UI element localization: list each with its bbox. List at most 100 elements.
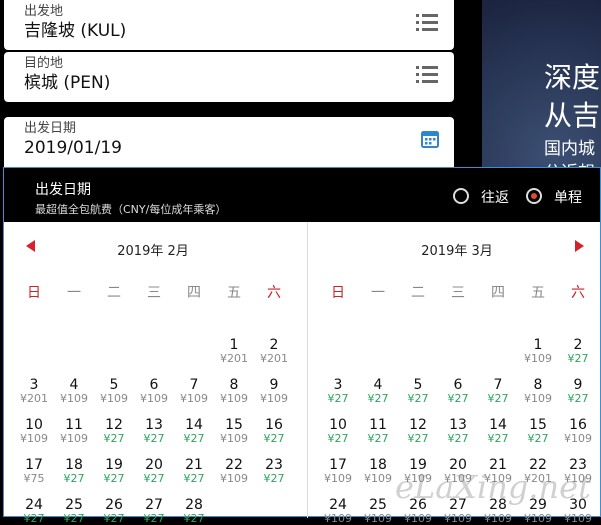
promo-line-1: 深度	[544, 61, 601, 94]
day-cell[interactable]: 12 ¥27	[94, 418, 134, 445]
day-cell[interactable]: 7 ¥27	[478, 378, 518, 405]
day-price: ¥109	[404, 512, 432, 525]
day-cell[interactable]: 8 ¥109	[518, 378, 558, 405]
day-cell[interactable]: 7 ¥109	[174, 378, 214, 405]
day-cell[interactable]: 18 ¥27	[54, 458, 94, 485]
day-number: 14	[185, 417, 203, 433]
day-cell[interactable]: 14 ¥27	[174, 418, 214, 445]
day-cell[interactable]: 18 ¥109	[358, 458, 398, 485]
list-icon[interactable]	[416, 14, 438, 32]
day-cell[interactable]: 11 ¥109	[54, 418, 94, 445]
day-cell[interactable]: 14 ¥27	[478, 418, 518, 445]
day-number: 9	[573, 377, 583, 393]
day-cell[interactable]: 5 ¥109	[94, 378, 134, 405]
departure-date-field[interactable]: 出发日期 2019/01/19	[4, 117, 454, 169]
day-cell[interactable]: 22 ¥109	[214, 458, 254, 485]
destination-value[interactable]: 槟城 (PEN)	[24, 72, 434, 94]
day-cell[interactable]: 26 ¥27	[94, 498, 134, 525]
day-cell[interactable]: 2 ¥201	[254, 338, 294, 365]
day-number: 24	[329, 497, 347, 513]
day-cell[interactable]: 3 ¥201	[14, 378, 54, 405]
day-number: 10	[329, 417, 347, 433]
day-cell[interactable]: 9 ¥27	[558, 378, 598, 405]
list-icon[interactable]	[416, 66, 438, 84]
origin-value[interactable]: 吉隆坡 (KUL)	[24, 20, 434, 42]
day-cell[interactable]: 23 ¥27	[254, 458, 294, 485]
oneway-radio[interactable]	[526, 188, 542, 204]
day-cell[interactable]: 1 ¥109	[518, 338, 558, 365]
day-cell[interactable]: 6 ¥27	[438, 378, 478, 405]
promo-line-2: 从吉	[544, 99, 601, 132]
day-cell[interactable]: 10 ¥109	[14, 418, 54, 445]
day-price: ¥109	[260, 392, 288, 405]
month-calendar-feb: 2019年 2月 日一二三四五六 1 ¥201 2 ¥201 3 ¥201 4 ¥109 5 ¥10…	[4, 222, 302, 525]
day-price: ¥27	[263, 472, 285, 485]
day-cell[interactable]: 3 ¥27	[318, 378, 358, 405]
weekday-header: 五	[227, 285, 241, 301]
day-cell[interactable]: 15 ¥27	[518, 418, 558, 445]
day-cell[interactable]: 24 ¥109	[318, 498, 358, 525]
roundtrip-label[interactable]: 往返	[481, 187, 509, 207]
day-price: ¥27	[63, 512, 85, 525]
day-cell[interactable]: 17 ¥109	[318, 458, 358, 485]
day-cell[interactable]: 4 ¥109	[54, 378, 94, 405]
day-cell[interactable]: 21 ¥27	[174, 458, 214, 485]
day-number: 11	[65, 417, 83, 433]
day-cell[interactable]: 24 ¥27	[14, 498, 54, 525]
day-cell[interactable]: 13 ¥27	[438, 418, 478, 445]
oneway-label[interactable]: 单程	[554, 187, 582, 207]
day-cell[interactable]: 4 ¥27	[358, 378, 398, 405]
day-number: 25	[369, 497, 387, 513]
weekday-header: 三	[451, 285, 465, 301]
day-price: ¥27	[327, 432, 349, 445]
day-number: 15	[225, 417, 243, 433]
day-price: ¥27	[567, 392, 589, 405]
day-price: ¥109	[220, 392, 248, 405]
day-cell[interactable]: 20 ¥27	[134, 458, 174, 485]
day-cell[interactable]: 1 ¥201	[214, 338, 254, 365]
day-price: ¥109	[60, 432, 88, 445]
day-cell[interactable]: 27 ¥27	[134, 498, 174, 525]
roundtrip-radio[interactable]	[453, 188, 469, 204]
day-number: 22	[225, 457, 243, 473]
day-price: ¥27	[143, 472, 165, 485]
day-cell[interactable]: 25 ¥109	[358, 498, 398, 525]
departure-value[interactable]: 2019/01/19	[24, 137, 434, 159]
day-price: ¥109	[364, 472, 392, 485]
day-price: ¥27	[143, 512, 165, 525]
day-price: ¥27	[527, 432, 549, 445]
origin-field[interactable]: 出发地 吉隆坡 (KUL)	[4, 0, 454, 50]
day-cell[interactable]: 5 ¥27	[398, 378, 438, 405]
day-price: ¥27	[63, 472, 85, 485]
day-price: ¥109	[364, 512, 392, 525]
day-price: ¥27	[447, 392, 469, 405]
day-cell[interactable]: 11 ¥27	[358, 418, 398, 445]
day-cell[interactable]: 12 ¥27	[398, 418, 438, 445]
day-cell[interactable]: 6 ¥109	[134, 378, 174, 405]
day-number: 28	[185, 497, 203, 513]
month-title: 2019年 3月	[421, 244, 493, 259]
calendar-icon[interactable]	[420, 129, 440, 149]
weekday-header: 日	[331, 285, 345, 301]
destination-field[interactable]: 目的地 槟城 (PEN)	[4, 52, 454, 102]
day-cell[interactable]: 2 ¥27	[558, 338, 598, 365]
day-cell[interactable]: 19 ¥27	[94, 458, 134, 485]
day-cell[interactable]: 17 ¥75	[14, 458, 54, 485]
day-number: 23	[265, 457, 283, 473]
day-cell[interactable]: 16 ¥109	[558, 418, 598, 445]
day-cell[interactable]: 28 ¥27	[174, 498, 214, 525]
day-number: 7	[189, 377, 199, 393]
day-cell[interactable]: 15 ¥109	[214, 418, 254, 445]
day-cell[interactable]: 8 ¥109	[214, 378, 254, 405]
day-price: ¥109	[564, 432, 592, 445]
day-number: 4	[373, 377, 383, 393]
day-cell[interactable]: 13 ¥27	[134, 418, 174, 445]
weekday-header: 四	[187, 285, 201, 301]
day-cell[interactable]: 9 ¥109	[254, 378, 294, 405]
day-cell[interactable]: 25 ¥27	[54, 498, 94, 525]
day-cell[interactable]: 10 ¥27	[318, 418, 358, 445]
day-price: ¥27	[183, 432, 205, 445]
weekday-header: 四	[491, 285, 505, 301]
day-price: ¥201	[20, 392, 48, 405]
day-cell[interactable]: 16 ¥27	[254, 418, 294, 445]
